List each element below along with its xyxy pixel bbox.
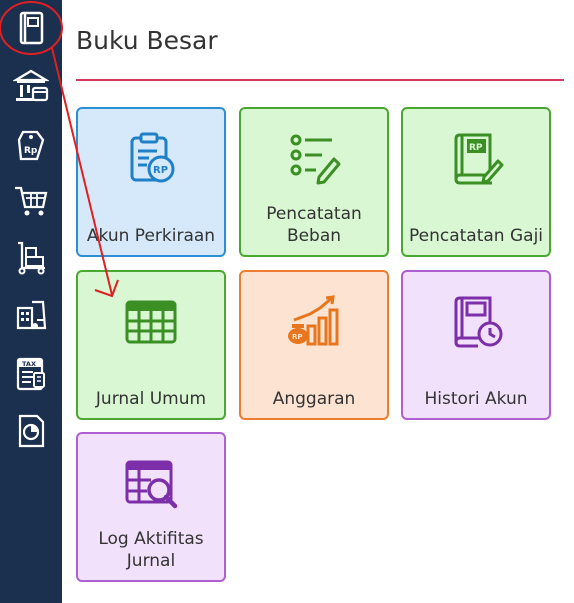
rupiah-tag-icon: Rp — [17, 130, 45, 161]
tile-label: Pencatatan Gaji — [408, 226, 544, 246]
svg-text:Rp: Rp — [24, 146, 38, 156]
history-book-icon — [454, 296, 503, 348]
sidebar-item-rupiah[interactable]: Rp — [9, 122, 53, 166]
warehouse-icon — [16, 300, 47, 330]
rp-book-icon: RP — [454, 133, 504, 185]
svg-text:RP: RP — [292, 333, 303, 341]
tile-label: Log Aktifitas Jurnal — [98, 529, 204, 571]
pie-report-icon — [18, 414, 45, 448]
ledger-book-icon — [19, 11, 44, 45]
tile-pencatatan-beban[interactable]: Pencatatan Beban — [239, 107, 389, 257]
tile-pencatatan-gaji[interactable]: RP Pencatatan Gaji — [401, 107, 551, 257]
svg-text:TAX: TAX — [22, 360, 36, 368]
rp-clipboard-icon: RP — [130, 132, 175, 183]
sidebar-item-cart[interactable] — [9, 179, 53, 223]
bank-icon — [13, 69, 49, 102]
checklist-icon — [290, 134, 341, 185]
svg-text:RP: RP — [469, 143, 483, 153]
tile-label: Pencatatan Beban — [266, 204, 362, 246]
sidebar-item-delivery[interactable] — [9, 236, 53, 280]
table-icon — [125, 300, 177, 344]
budget-growth-icon: RP — [288, 295, 339, 346]
tile-anggaran[interactable]: RP Anggaran — [239, 270, 389, 420]
sidebar-item-bank[interactable] — [9, 64, 53, 108]
sidebar-item-tax[interactable]: TAX — [9, 352, 53, 396]
shopping-cart-icon — [15, 186, 48, 216]
tile-histori-akun[interactable]: Histori Akun — [401, 270, 551, 420]
table-search-icon — [125, 460, 178, 509]
sidebar-item-report[interactable] — [9, 409, 53, 453]
tile-jurnal-umum[interactable]: Jurnal Umum — [76, 270, 226, 420]
tile-label: Akun Perkiraan — [86, 226, 216, 246]
tile-label: Jurnal Umum — [95, 389, 207, 409]
hand-truck-icon — [18, 241, 45, 275]
sidebar-item-warehouse[interactable] — [9, 294, 53, 338]
tile-label: Histori Akun — [424, 389, 528, 409]
page-title: Buku Besar — [76, 26, 218, 55]
svg-text:RP: RP — [153, 165, 168, 176]
tile-akun-perkiraan[interactable]: RP Akun Perkiraan — [76, 107, 226, 257]
sidebar: Rp TAX — [0, 0, 62, 603]
tile-label: Anggaran — [272, 389, 356, 409]
sidebar-item-ledger[interactable] — [9, 6, 53, 50]
title-divider — [76, 79, 564, 81]
tax-document-icon: TAX — [16, 357, 45, 391]
tile-log-aktifitas-jurnal[interactable]: Log Aktifitas Jurnal — [76, 432, 226, 582]
